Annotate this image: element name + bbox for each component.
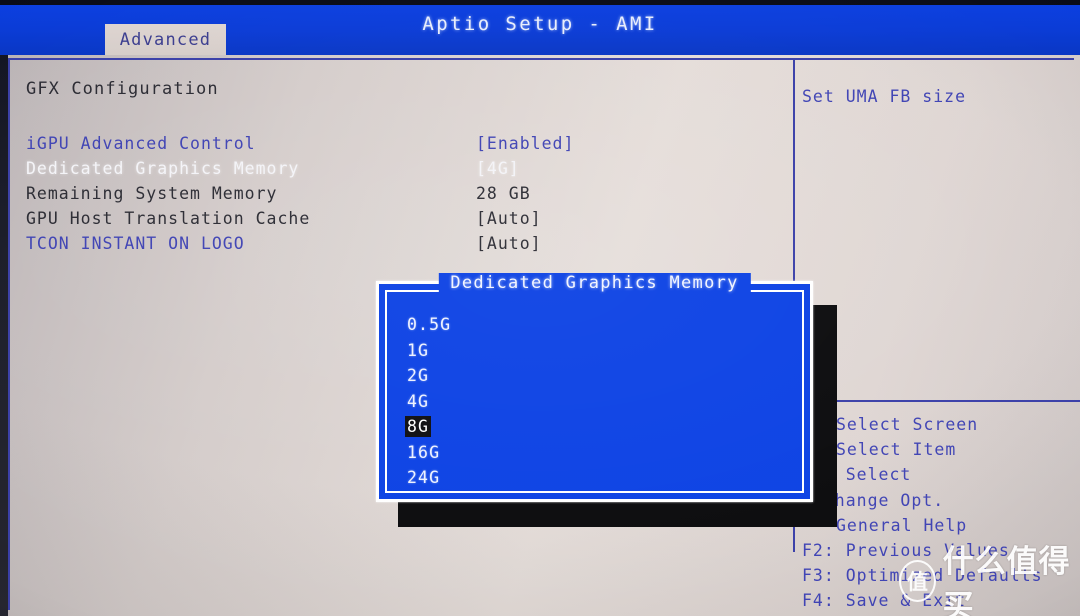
key-legend: Select Screen Select Item er: Select : C…	[802, 412, 1080, 614]
key-legend-action: Save & Exit	[845, 591, 967, 611]
dialog-option-24g[interactable]: 24G	[405, 465, 785, 491]
photo-left-edge	[0, 5, 8, 616]
key-legend-row: Select Item	[802, 437, 1080, 462]
key-legend-key: F4:	[802, 591, 835, 611]
setting-value: 28 GB	[476, 184, 531, 203]
setting-label: Remaining System Memory	[26, 184, 278, 203]
key-legend-row: Select Screen	[802, 412, 1080, 437]
setting-row-igpu-advanced-control[interactable]: iGPU Advanced Control [Enabled]	[26, 131, 766, 156]
key-legend-row: F3: Optimized Defaults	[802, 563, 1080, 588]
help-text: Set UMA FB size	[802, 87, 967, 106]
settings-list: iGPU Advanced Control [Enabled] Dedicate…	[26, 131, 766, 256]
key-legend-row: er: Select	[802, 462, 1080, 487]
dialog-option-label: 8G	[405, 416, 432, 438]
key-legend-action: Select	[845, 465, 912, 485]
dialog-option-label: 0.5G	[407, 315, 452, 335]
key-legend-row: General Help	[802, 513, 1080, 538]
setting-value[interactable]: [4G]	[476, 159, 520, 178]
setting-label: GPU Host Translation Cache	[26, 209, 311, 228]
dialog-option-label: 4G	[407, 391, 430, 411]
dialog-option-label: 24G	[407, 468, 441, 488]
key-legend-row: F4: Save & Exit	[802, 588, 1080, 613]
setting-value[interactable]: [Enabled]	[476, 134, 574, 153]
dialog-option-label: 1G	[407, 340, 430, 360]
dialog-option-8g[interactable]: 8G	[405, 414, 785, 440]
key-legend-action: General Help	[836, 515, 968, 535]
dialog-option-16g[interactable]: 16G	[405, 440, 785, 466]
key-legend-action: Select Screen	[836, 415, 979, 434]
dialog-option-4g[interactable]: 4G	[405, 389, 785, 415]
setting-value[interactable]: [Auto]	[476, 234, 542, 253]
dedicated-graphics-memory-dialog: Dedicated Graphics Memory 0.5G 1G 2G 4G …	[376, 273, 813, 502]
key-legend-action: Change Opt.	[823, 490, 945, 510]
key-legend-action: Optimized Defaults	[845, 566, 1043, 586]
dialog-title: Dedicated Graphics Memory	[438, 273, 751, 293]
dialog-option-label: 2G	[407, 366, 430, 386]
setting-value[interactable]: [Auto]	[476, 209, 542, 228]
key-legend-key: F3:	[802, 566, 835, 586]
setting-label: iGPU Advanced Control	[26, 134, 256, 153]
setting-row-dedicated-graphics-memory[interactable]: Dedicated Graphics Memory [4G]	[26, 156, 766, 181]
key-legend-action: Select Item	[836, 440, 957, 460]
key-legend-row: : Change Opt.	[802, 488, 1080, 513]
setting-row-remaining-system-memory: Remaining System Memory 28 GB	[26, 181, 766, 206]
key-legend-row: F2: Previous Values	[802, 538, 1080, 563]
legend-divider	[795, 400, 1080, 402]
key-legend-key: F2:	[802, 540, 835, 560]
section-heading: GFX Configuration	[26, 79, 219, 99]
key-legend-action: Previous Values	[845, 540, 1010, 560]
dialog-option-0-5g[interactable]: 0.5G	[405, 312, 785, 338]
dialog-option-1g[interactable]: 1G	[405, 338, 785, 364]
setting-row-tcon-instant-on-logo[interactable]: TCON INSTANT ON LOGO [Auto]	[26, 231, 766, 256]
tab-advanced-label: Advanced	[119, 29, 212, 50]
dialog-option-2g[interactable]: 2G	[405, 363, 785, 389]
dialog-option-list: 0.5G 1G 2G 4G 8G 16G 24G	[405, 312, 785, 491]
setting-label: TCON INSTANT ON LOGO	[26, 234, 245, 253]
tab-advanced[interactable]: Advanced	[105, 24, 226, 55]
setting-label: Dedicated Graphics Memory	[26, 159, 300, 178]
bios-setup-screen: Aptio Setup - AMI Advanced GFX Configura…	[0, 0, 1080, 616]
dialog-option-label: 16G	[407, 442, 441, 462]
setting-row-gpu-host-translation-cache[interactable]: GPU Host Translation Cache [Auto]	[26, 206, 766, 231]
